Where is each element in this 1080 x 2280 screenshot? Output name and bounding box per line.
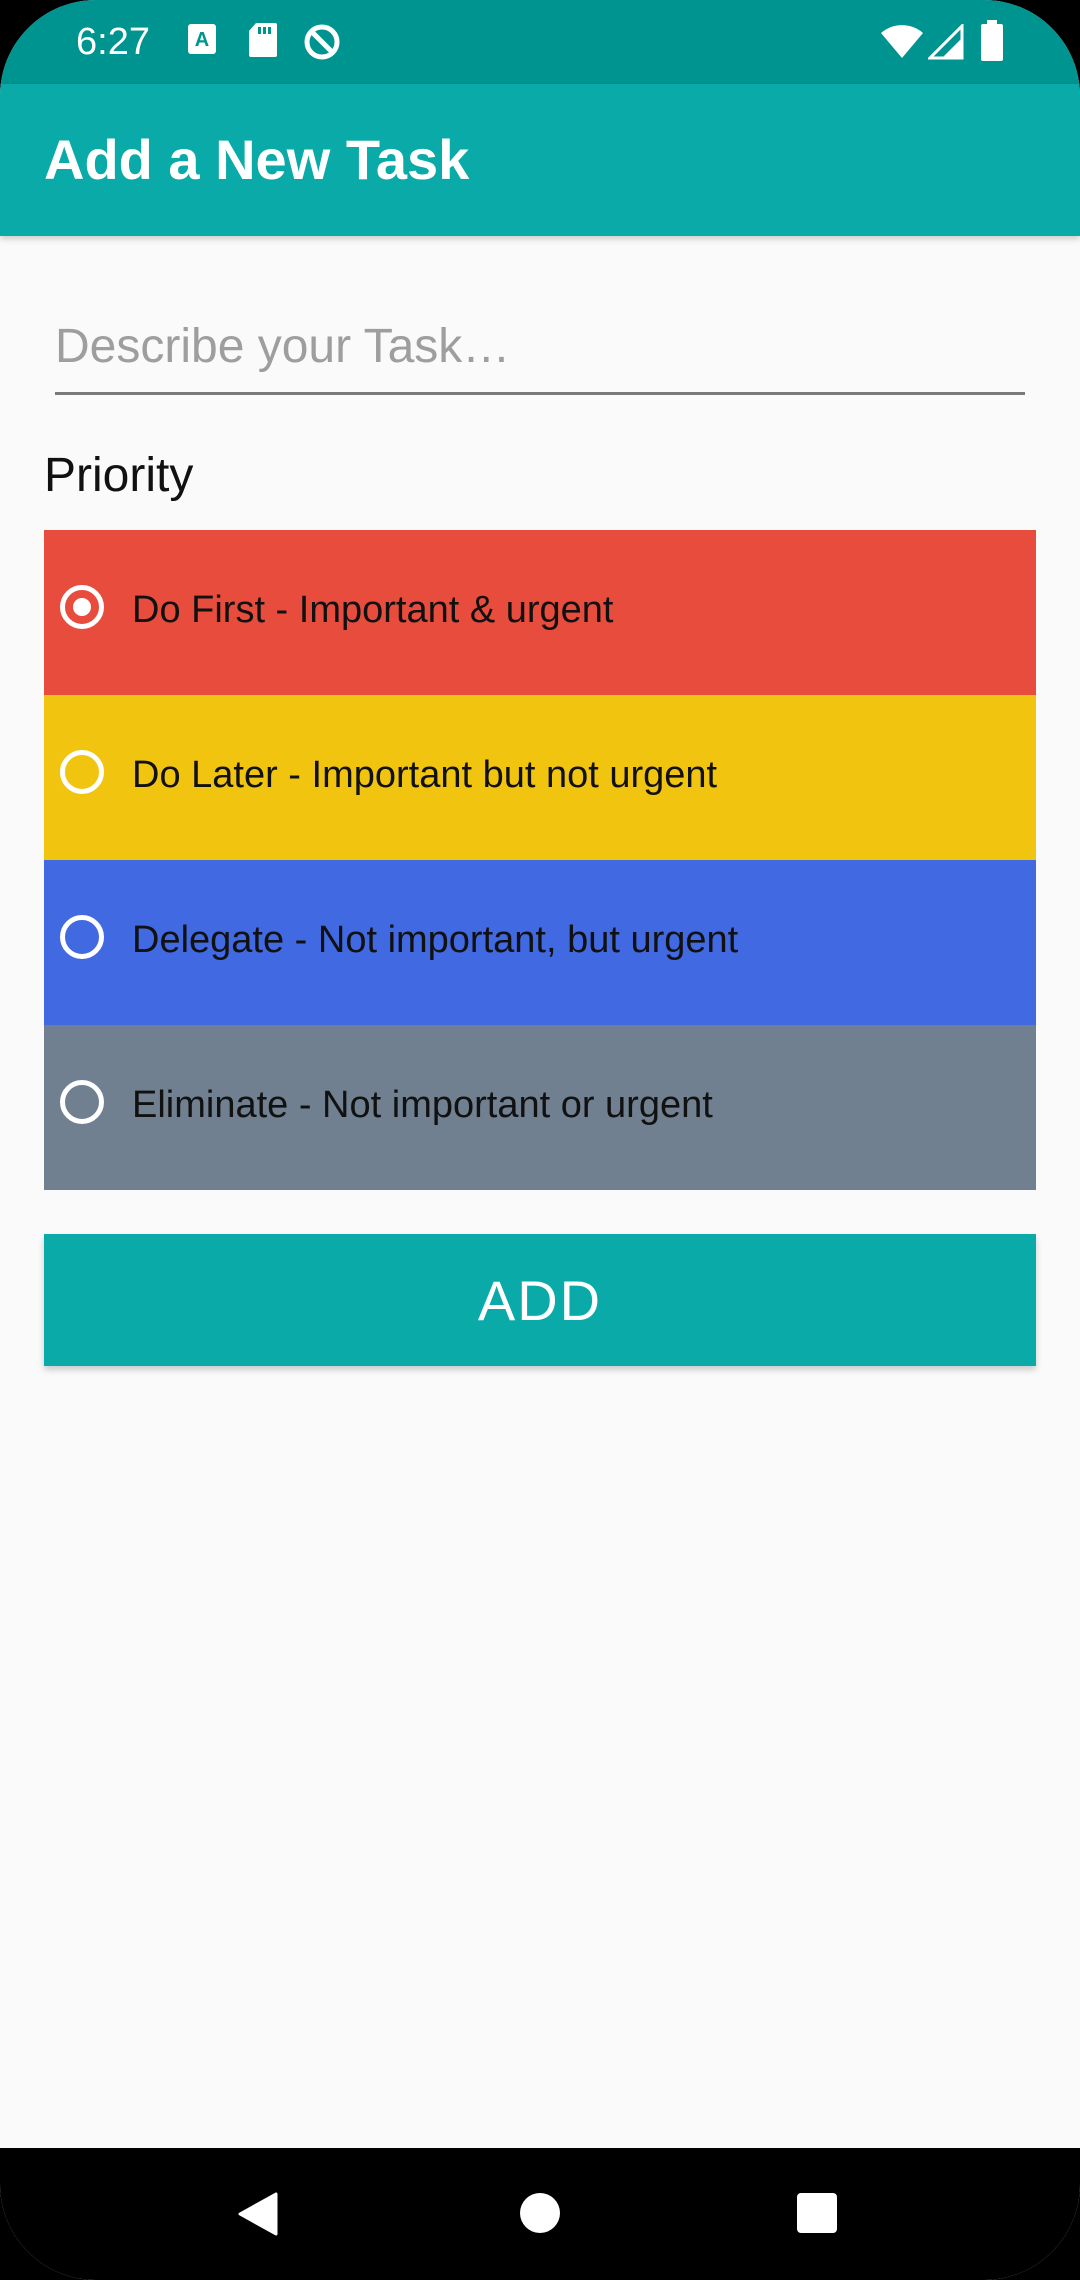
cell-signal-icon	[926, 22, 964, 65]
navigation-bar	[0, 2148, 1080, 2280]
priority-option-label: Delegate - Not important, but urgent	[132, 919, 739, 961]
radio-button-icon[interactable]	[60, 585, 104, 629]
radio-button-icon[interactable]	[60, 915, 104, 959]
keyboard-a-icon: A	[188, 22, 216, 61]
radio-button-icon[interactable]	[60, 1080, 104, 1124]
priority-option-label: Do Later - Important but not urgent	[132, 754, 718, 796]
status-bar: 6:27 A	[0, 0, 1080, 84]
home-icon[interactable]	[519, 2192, 561, 2239]
task-description-input[interactable]	[55, 300, 1025, 395]
svg-text:A: A	[195, 29, 209, 51]
sd-card-icon	[248, 22, 278, 63]
status-time: 6:27	[76, 21, 150, 63]
radio-button-icon[interactable]	[60, 750, 104, 794]
app-bar: Add a New Task	[0, 84, 1080, 236]
priority-label: Priority	[44, 449, 194, 502]
priority-option-do-first[interactable]: Do First - Important & urgent	[44, 530, 1036, 695]
add-button[interactable]: ADD	[44, 1234, 1036, 1366]
back-icon[interactable]	[236, 2192, 278, 2241]
priority-option-label: Do First - Important & urgent	[132, 589, 614, 631]
priority-radio-group: Do First - Important & urgent Do Later -…	[44, 530, 1036, 1190]
priority-option-label: Eliminate - Not important or urgent	[132, 1084, 713, 1126]
data-saver-icon	[302, 22, 342, 67]
battery-icon	[980, 20, 1004, 67]
priority-option-delegate[interactable]: Delegate - Not important, but urgent	[44, 860, 1036, 1025]
recents-icon[interactable]	[797, 2193, 837, 2238]
device-screen: 6:27 A Add a New Task Describe your Task…	[0, 0, 1080, 2280]
priority-option-do-later[interactable]: Do Later - Important but not urgent	[44, 695, 1036, 860]
app-title: Add a New Task	[44, 128, 470, 191]
wifi-icon	[880, 24, 924, 65]
priority-option-eliminate[interactable]: Eliminate - Not important or urgent	[44, 1025, 1036, 1190]
